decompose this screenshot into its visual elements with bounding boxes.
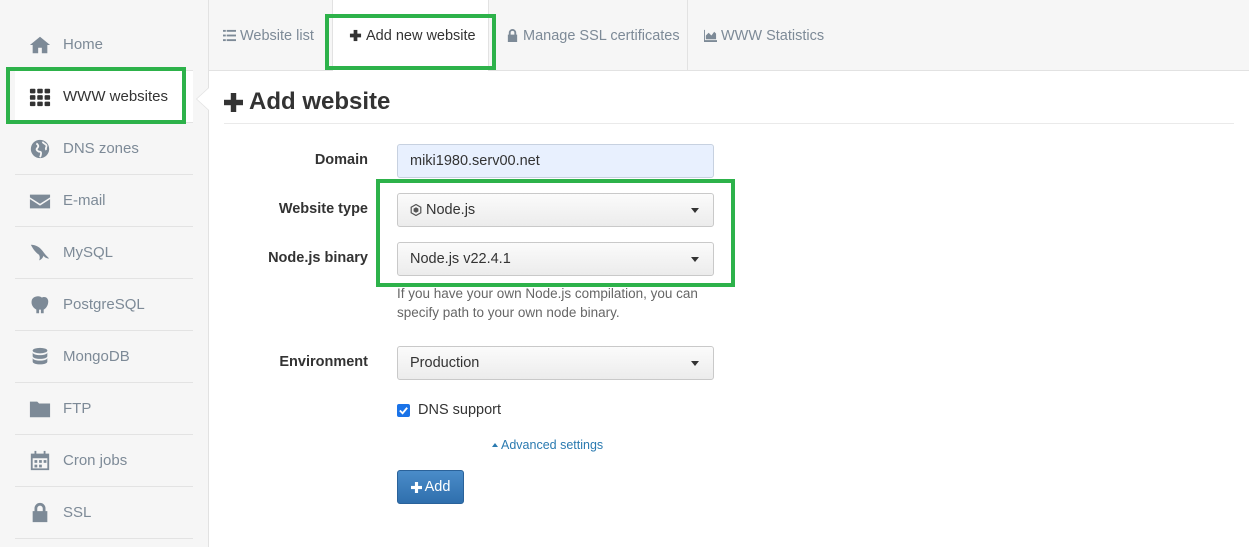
sidebar-item-label: PostgreSQL xyxy=(63,296,145,313)
database-icon xyxy=(28,345,52,369)
dolphin-icon xyxy=(28,241,52,265)
page-title: Add website xyxy=(224,88,390,116)
plus-icon xyxy=(410,481,422,493)
sidebar-item-dns-zones[interactable]: DNS zones xyxy=(15,123,193,175)
envelope-icon xyxy=(28,189,52,213)
sidebar-item-label: FTP xyxy=(63,400,92,417)
area-chart-icon xyxy=(704,29,717,42)
sidebar-item-mongodb[interactable]: MongoDB xyxy=(15,331,193,383)
sidebar-item-email[interactable]: E-mail xyxy=(15,175,193,227)
sidebar-item-label: E-mail xyxy=(63,192,106,209)
sidebar-item-label: MySQL xyxy=(63,244,114,261)
sidebar-item-label: Cron jobs xyxy=(63,452,128,469)
plus-icon xyxy=(349,29,362,42)
tab-label: Website list xyxy=(240,27,314,44)
lock-icon xyxy=(506,29,519,42)
advanced-settings-label: Advanced settings xyxy=(501,438,604,452)
sidebar-item-label: Home xyxy=(63,36,104,53)
lock-icon xyxy=(28,501,52,525)
tab-manage-ssl[interactable]: Manage SSL certificates xyxy=(492,0,688,71)
node-binary-select[interactable]: Node.js v22.4.1 xyxy=(397,242,714,276)
chevron-down-icon xyxy=(691,257,699,262)
folder-icon xyxy=(28,397,52,421)
environment-label: Environment xyxy=(279,354,368,370)
sidebar-item-label: SSL xyxy=(63,504,92,521)
website-type-label: Website type xyxy=(278,201,368,217)
dns-support-label: DNS support xyxy=(418,402,502,418)
sidebar-item-ssl[interactable]: SSL xyxy=(15,487,193,539)
advanced-settings-link[interactable]: Advanced settings xyxy=(492,438,603,452)
dns-support-checkbox[interactable] xyxy=(397,403,410,417)
sidebar-item-label: DNS zones xyxy=(63,140,139,157)
environment-select[interactable]: Production xyxy=(397,346,714,380)
sidebar-item-label: MongoDB xyxy=(63,348,130,365)
grid-icon xyxy=(28,85,52,109)
home-icon xyxy=(28,33,52,57)
sidebar-item-home[interactable]: Home xyxy=(15,19,193,71)
tab-www-statistics[interactable]: WWW Statistics xyxy=(688,0,838,71)
add-button[interactable]: Add xyxy=(397,470,464,504)
globe-icon xyxy=(28,137,52,161)
calendar-icon xyxy=(28,449,52,473)
tab-label: Add new website xyxy=(366,27,476,44)
page-title-text: Add website xyxy=(249,88,391,115)
dns-support-row: DNS support xyxy=(397,402,501,418)
sidebar: Home WWW websites DNS zones E-mail MySQL… xyxy=(0,0,209,547)
domain-label: Domain xyxy=(314,152,368,168)
list-icon xyxy=(223,29,236,42)
tab-label: Manage SSL certificates xyxy=(523,27,680,44)
tab-add-new-website[interactable]: Add new website xyxy=(332,0,489,71)
sidebar-item-www-websites[interactable]: WWW websites xyxy=(15,71,193,123)
website-type-select[interactable]: Node.js xyxy=(397,193,714,227)
sidebar-item-ftp[interactable]: FTP xyxy=(15,383,193,435)
active-indicator xyxy=(197,88,209,110)
sidebar-item-postgresql[interactable]: PostgreSQL xyxy=(15,279,193,331)
sidebar-item-mysql[interactable]: MySQL xyxy=(15,227,193,279)
title-divider xyxy=(224,123,1234,124)
tab-label: WWW Statistics xyxy=(721,27,825,44)
caret-up-icon xyxy=(492,443,498,447)
website-type-value: Node.js xyxy=(426,202,476,218)
plus-icon xyxy=(224,92,243,112)
environment-value: Production xyxy=(410,355,480,371)
node-binary-label: Node.js binary xyxy=(268,250,368,266)
domain-input[interactable]: miki1980.serv00.net xyxy=(397,144,714,178)
chevron-down-icon xyxy=(691,361,699,366)
checkmark-icon xyxy=(399,406,408,415)
elephant-icon xyxy=(28,293,52,317)
node-binary-value: Node.js v22.4.1 xyxy=(410,251,511,267)
add-button-label: Add xyxy=(424,479,451,495)
domain-input-value: miki1980.serv00.net xyxy=(410,153,540,169)
sidebar-item-label: WWW websites xyxy=(63,88,168,105)
tab-website-list[interactable]: Website list xyxy=(209,0,331,71)
node-binary-help: If you have your own Node.js compilation… xyxy=(397,286,698,320)
tab-bar: Website list Add new website Manage SSL … xyxy=(209,0,1249,71)
chevron-down-icon xyxy=(691,208,699,213)
nodejs-hexagon-icon xyxy=(410,204,422,216)
sidebar-item-cron-jobs[interactable]: Cron jobs xyxy=(15,435,193,487)
